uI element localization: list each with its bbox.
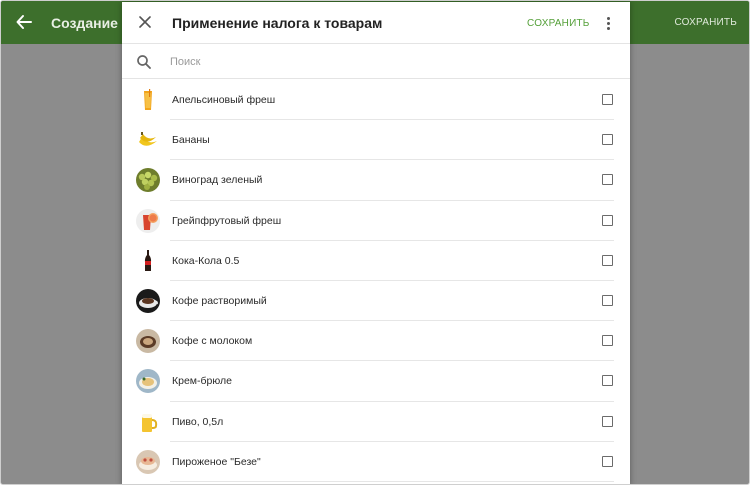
save-button[interactable]: СОХРАНИТЬ xyxy=(527,18,590,29)
dialog-title: Применение налога к товарам xyxy=(172,15,383,31)
item-checkbox[interactable] xyxy=(602,375,613,387)
item-checkbox[interactable] xyxy=(602,254,613,266)
search-input[interactable] xyxy=(170,51,610,73)
item-checkbox[interactable] xyxy=(602,335,613,347)
orange-juice-image xyxy=(136,88,160,112)
item-label: Апельсиновый фреш xyxy=(172,94,276,106)
meringue-cake-image xyxy=(136,449,160,474)
divider xyxy=(170,480,614,482)
grapefruit-juice-image xyxy=(136,208,160,233)
list-item[interactable]: Крем-брюле xyxy=(122,361,630,402)
search-bar xyxy=(122,44,630,79)
beer-mug-image xyxy=(136,409,160,434)
item-checkbox[interactable] xyxy=(602,174,613,186)
list-item[interactable]: Кофе растворимый xyxy=(122,281,630,322)
list-item[interactable]: Пиво, 0,5л xyxy=(122,402,630,442)
list-item[interactable]: Грейпфрутовый фреш xyxy=(122,201,630,241)
search-icon xyxy=(136,54,152,70)
instant-coffee-image xyxy=(136,288,160,313)
list-item[interactable]: Апельсиновый фреш xyxy=(122,80,630,121)
list-item[interactable]: Кофе с молоком xyxy=(122,321,630,362)
dialog-header: Применение налога к товарам СОХРАНИТЬ xyxy=(122,2,630,44)
item-label: Крем-брюле xyxy=(172,375,232,388)
tax-apply-dialog: Применение налога к товарам СОХРАНИТЬ Ап… xyxy=(122,2,630,484)
product-list: Апельсиновый фреш Бананы Виноград зелены… xyxy=(122,80,630,482)
list-item[interactable]: Кока-Кола 0.5 xyxy=(122,241,630,281)
more-vert-icon[interactable] xyxy=(598,13,618,33)
list-item[interactable]: Виноград зеленый xyxy=(122,160,630,201)
item-label: Кофе растворимый xyxy=(172,294,267,307)
arrow-left-icon[interactable] xyxy=(15,12,33,32)
item-checkbox[interactable] xyxy=(602,94,613,105)
coffee-with-milk-image xyxy=(136,329,160,354)
item-label: Кока-Кола 0.5 xyxy=(172,254,240,267)
item-checkbox[interactable] xyxy=(602,455,613,467)
creme-brulee-image xyxy=(136,369,160,394)
cola-bottle-image xyxy=(136,248,160,273)
item-checkbox[interactable] xyxy=(602,294,613,306)
item-label: Грейпфрутовый фреш xyxy=(172,214,282,227)
item-label: Виноград зеленый xyxy=(172,174,263,187)
background-save-button[interactable]: СОХРАНИТЬ xyxy=(674,17,737,28)
bananas-image xyxy=(136,128,160,153)
list-item[interactable]: Бананы xyxy=(122,120,630,161)
background-page-title: Создание на xyxy=(51,15,123,31)
green-grapes-image xyxy=(136,168,160,193)
item-label: Пироженое "Безе" xyxy=(172,455,261,468)
item-label: Бананы xyxy=(172,134,210,147)
app-frame: Создание на СОХРАНИТЬ Применение налога … xyxy=(0,0,750,485)
item-label: Кофе с молоком xyxy=(172,335,253,348)
item-label: Пиво, 0,5л xyxy=(172,415,224,428)
list-item[interactable]: Пироженое "Безе" xyxy=(122,442,630,482)
item-checkbox[interactable] xyxy=(602,134,613,146)
item-checkbox[interactable] xyxy=(602,415,613,427)
item-checkbox[interactable] xyxy=(602,214,613,226)
close-icon[interactable] xyxy=(134,11,156,33)
